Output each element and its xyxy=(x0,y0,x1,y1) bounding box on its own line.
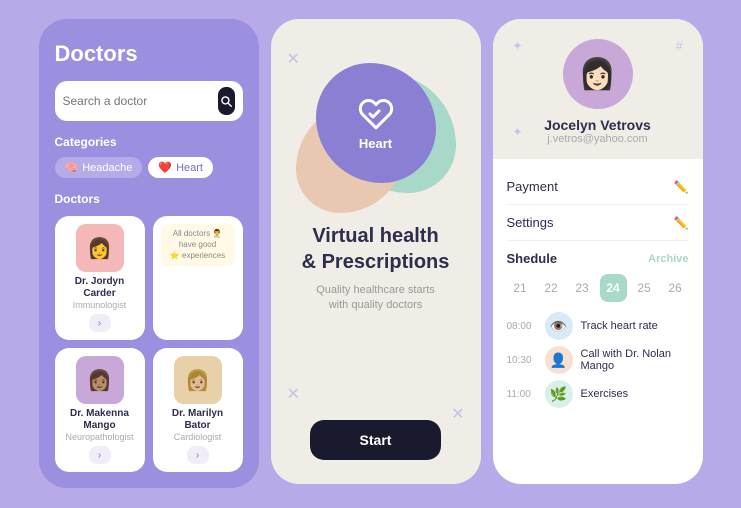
task-label-2: Call with Dr. Nolan Mango xyxy=(581,348,689,372)
task-call: 10:30 👤 Call with Dr. Nolan Mango xyxy=(507,346,689,374)
payment-icon: ✏️ xyxy=(674,180,689,194)
task-label-1: Track heart rate xyxy=(581,320,658,332)
deco-cross-br: ✕ xyxy=(451,404,464,424)
menu-item-settings[interactable]: Settings ✏️ xyxy=(507,205,689,241)
doctor-card-marilyn: 👩🏼 Dr. Marilyn Bator Cardiologist › xyxy=(153,348,243,472)
profile-email: j.vetros@yahoo.com xyxy=(509,133,687,145)
deco-dot-bl: ✦ xyxy=(513,125,523,139)
categories-row: 🧠 Headache ❤️ Heart xyxy=(55,157,243,178)
date-26[interactable]: 26 xyxy=(662,274,689,302)
archive-link[interactable]: Archive xyxy=(648,253,688,265)
doctors-label: Doctors xyxy=(55,192,243,206)
doctor-name-makenna: Dr. Makenna Mango xyxy=(63,408,137,432)
doctor-specialty-makenna: Neuropathologist xyxy=(63,432,137,442)
date-25[interactable]: 25 xyxy=(631,274,658,302)
heart-pulse-icon xyxy=(358,96,394,132)
badge-note: All doctors 👨‍⚕️have good⭐ experiences xyxy=(161,224,235,266)
deco-cross-bl: ✕ xyxy=(287,384,300,404)
doctor-card-jordyn: 👩 Dr. Jordyn Carder Immunologist › xyxy=(55,216,145,340)
search-icon xyxy=(219,94,233,108)
doctor-card-makenna: 👩🏽 Dr. Makenna Mango Neuropathologist › xyxy=(55,348,145,472)
doctors-grid: 👩 Dr. Jordyn Carder Immunologist › All d… xyxy=(55,216,243,472)
category-heart[interactable]: ❤️ Heart xyxy=(148,157,213,178)
task-time-2: 10:30 xyxy=(507,355,537,366)
doctor-arrow-marilyn[interactable]: › xyxy=(187,446,209,464)
task-time-1: 08:00 xyxy=(507,321,537,332)
date-row: 21 22 23 24 25 26 xyxy=(507,274,689,302)
menu-settings-label: Settings xyxy=(507,215,554,230)
schedule-section: Shedule Archive 21 22 23 24 25 26 08:00 … xyxy=(493,241,703,408)
task-icon-eye: 👁️ xyxy=(545,312,573,340)
doctor-specialty-marilyn: Cardiologist xyxy=(161,432,235,442)
menu-items: Payment ✏️ Settings ✏️ xyxy=(493,159,703,241)
doctor-arrow-makenna[interactable]: › xyxy=(89,446,111,464)
date-22[interactable]: 22 xyxy=(538,274,565,302)
deco-dot-tr: # xyxy=(676,39,683,53)
categories-label: Categories xyxy=(55,135,243,149)
profile-name: Jocelyn Vetrovs xyxy=(509,117,687,133)
task-icon-leaf: 🌿 xyxy=(545,380,573,408)
profile-avatar: 👩🏻 xyxy=(563,39,633,109)
date-24[interactable]: 24 xyxy=(600,274,627,302)
category-heart-label: Heart xyxy=(176,162,203,174)
doctor-name-jordyn: Dr. Jordyn Carder xyxy=(63,276,137,300)
avatar-makenna: 👩🏽 xyxy=(76,356,124,404)
task-list: 08:00 👁️ Track heart rate 10:30 👤 Call w… xyxy=(507,312,689,408)
doctor-specialty-jordyn: Immunologist xyxy=(63,300,137,310)
mid-title: Virtual health & Prescriptions xyxy=(302,223,450,275)
app-title: Doctors xyxy=(55,41,243,67)
date-21[interactable]: 21 xyxy=(507,274,534,302)
left-panel: Doctors Categories 🧠 Headache ❤️ Heart D… xyxy=(39,19,259,488)
task-label-3: Exercises xyxy=(581,388,629,400)
start-button[interactable]: Start xyxy=(310,420,442,460)
blob-container: Heart xyxy=(296,53,456,213)
search-bar xyxy=(55,81,243,121)
avatar-marilyn: 👩🏼 xyxy=(174,356,222,404)
badge-card: All doctors 👨‍⚕️have good⭐ experiences xyxy=(153,216,243,340)
doctor-name-marilyn: Dr. Marilyn Bator xyxy=(161,408,235,432)
middle-panel: ✕ ✕ ✕ Heart Virtual health & Prescriptio… xyxy=(271,19,481,484)
heart-icon: ❤️ xyxy=(158,161,172,174)
avatar-jordyn: 👩 xyxy=(76,224,124,272)
profile-header: ✦ # ✦ 👩🏻 Jocelyn Vetrovs j.vetros@yahoo.… xyxy=(493,19,703,159)
task-heart-rate: 08:00 👁️ Track heart rate xyxy=(507,312,689,340)
search-button[interactable] xyxy=(218,87,235,115)
settings-icon: ✏️ xyxy=(674,216,689,230)
blob-label: Heart xyxy=(359,136,392,151)
category-headache-label: Headache xyxy=(82,162,132,174)
category-headache[interactable]: 🧠 Headache xyxy=(55,157,143,178)
schedule-title: Shedule xyxy=(507,251,558,266)
right-panel: ✦ # ✦ 👩🏻 Jocelyn Vetrovs j.vetros@yahoo.… xyxy=(493,19,703,484)
task-time-3: 11:00 xyxy=(507,389,537,400)
menu-payment-label: Payment xyxy=(507,179,558,194)
task-exercises: 11:00 🌿 Exercises xyxy=(507,380,689,408)
date-23[interactable]: 23 xyxy=(569,274,596,302)
mid-subtitle: Quality healthcare starts with quality d… xyxy=(316,283,435,314)
menu-item-payment[interactable]: Payment ✏️ xyxy=(507,169,689,205)
doctor-arrow-jordyn[interactable]: › xyxy=(89,314,111,332)
task-icon-person: 👤 xyxy=(545,346,573,374)
search-input[interactable] xyxy=(63,94,218,108)
schedule-header: Shedule Archive xyxy=(507,251,689,266)
deco-dot-tl: ✦ xyxy=(513,39,523,53)
headache-icon: 🧠 xyxy=(65,161,79,174)
